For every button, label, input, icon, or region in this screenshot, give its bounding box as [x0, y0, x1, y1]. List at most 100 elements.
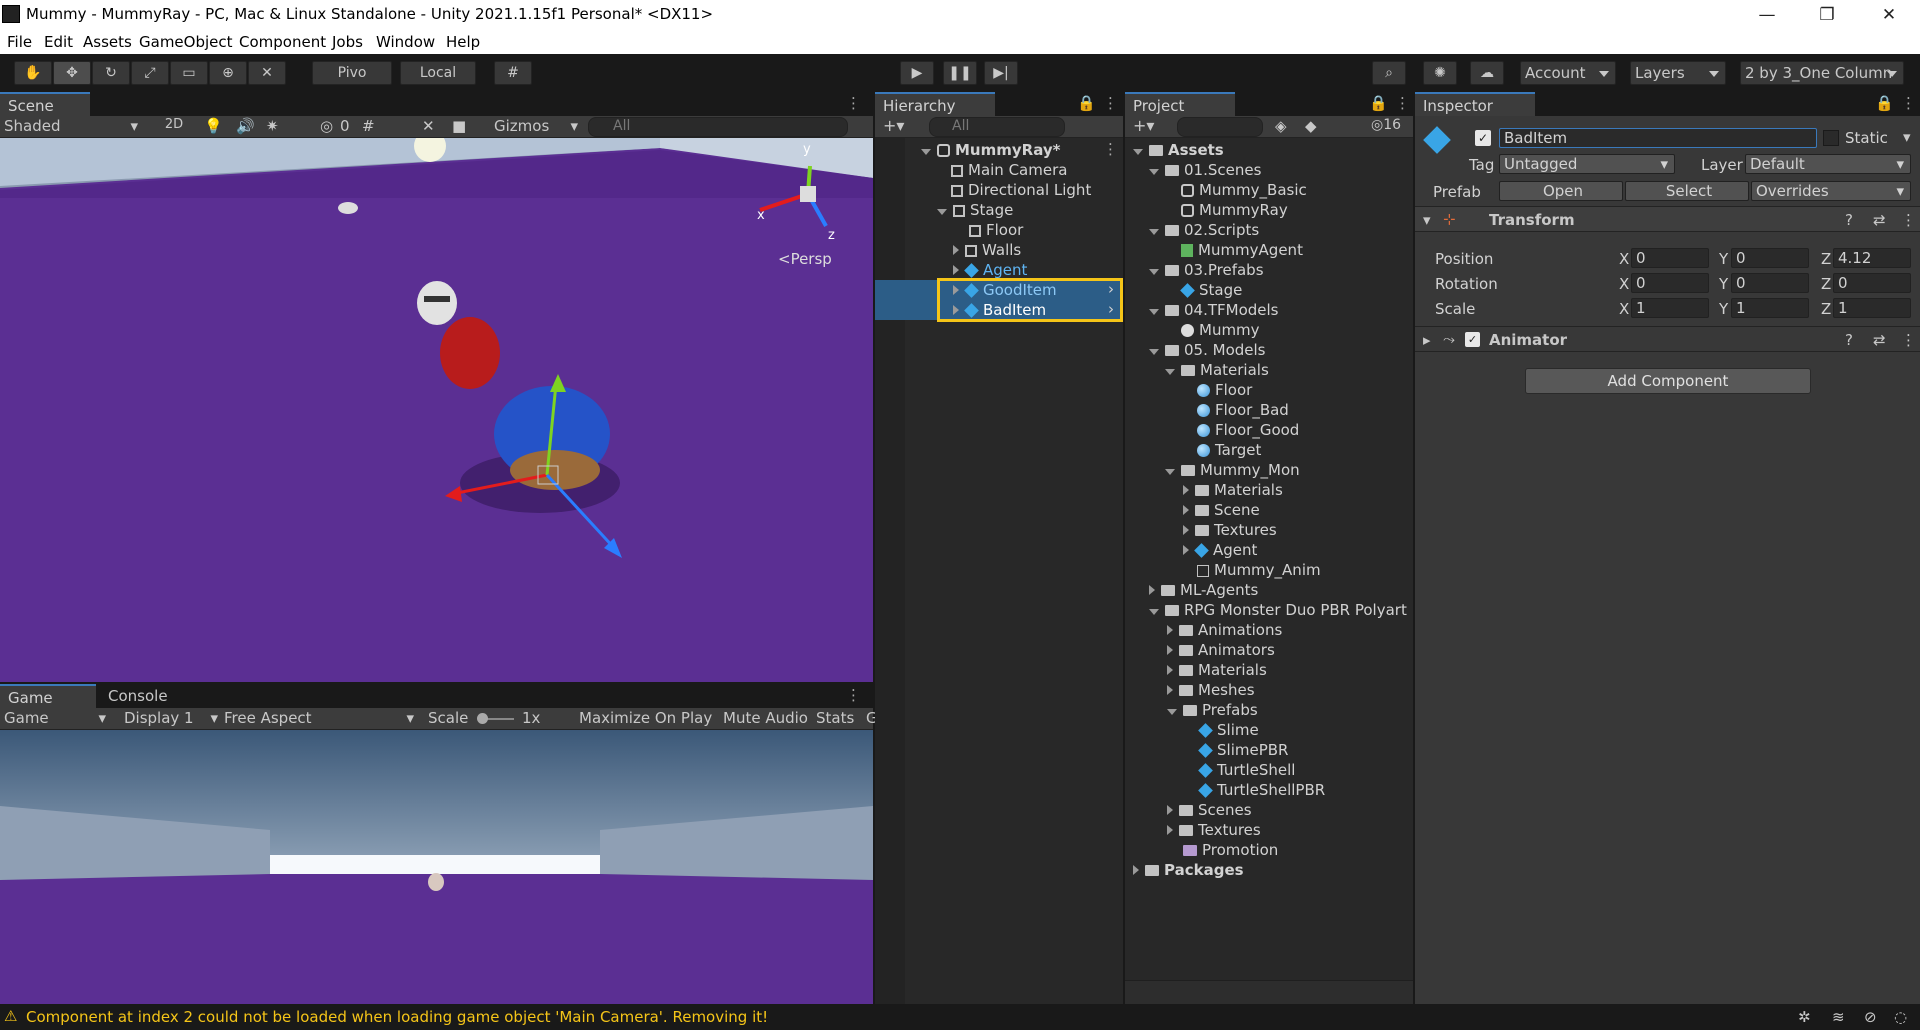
- lock-icon[interactable]: 🔒: [1875, 94, 1894, 112]
- position-z-input[interactable]: 4.12: [1833, 248, 1911, 268]
- animator-header[interactable]: ▸ ⤳ ✓ Animator ? ⇄ ⋮: [1415, 326, 1920, 352]
- transform-tool-icon[interactable]: ⊕: [209, 61, 247, 85]
- effects-icon[interactable]: ✷: [266, 117, 279, 135]
- tab-inspector[interactable]: Inspector: [1415, 92, 1535, 116]
- layout-dropdown[interactable]: 2 by 3_One Column: [1740, 61, 1904, 85]
- audio-icon[interactable]: 🔊: [236, 117, 255, 135]
- menu-edit[interactable]: Edit: [44, 33, 73, 51]
- help-icon[interactable]: ?: [1845, 211, 1853, 229]
- maximize-on-play-toggle[interactable]: Maximize On Play: [579, 709, 712, 727]
- create-asset-button[interactable]: +▾: [1133, 116, 1154, 135]
- rect-tool-icon[interactable]: ▭: [170, 61, 208, 85]
- pivot-toggle[interactable]: Pivo: [312, 61, 392, 85]
- scale-tool-icon[interactable]: ⤢: [131, 61, 169, 85]
- collab-icon[interactable]: ◌: [1894, 1008, 1907, 1026]
- filter-type-icon[interactable]: ◈: [1275, 117, 1287, 135]
- add-component-button[interactable]: Add Component: [1525, 368, 1811, 394]
- shading-dropdown[interactable]: Shaded ▾: [4, 117, 144, 137]
- lighting-icon[interactable]: 💡: [204, 117, 223, 135]
- progress-icon[interactable]: ≋: [1832, 1008, 1845, 1026]
- project-item-tfmodels-folder[interactable]: 04.TFModels: [1149, 300, 1279, 320]
- move-tool-icon[interactable]: ✥: [53, 61, 91, 85]
- local-toggle[interactable]: Local: [400, 61, 476, 85]
- hierarchy-search-input[interactable]: All: [929, 117, 1065, 137]
- menu-jobs[interactable]: Jobs: [332, 33, 363, 51]
- layer-dropdown[interactable]: Default ▾: [1745, 154, 1911, 174]
- foldout-arrow-icon[interactable]: ▾: [1423, 211, 1431, 229]
- hierarchy-item-agent[interactable]: Agent: [953, 260, 1027, 280]
- search-icon[interactable]: ⌕: [1372, 61, 1406, 85]
- position-x-input[interactable]: 0: [1631, 248, 1709, 268]
- project-item-assets[interactable]: Assets: [1133, 140, 1224, 160]
- position-y-input[interactable]: 0: [1731, 248, 1809, 268]
- project-item-animators[interactable]: Animators: [1167, 640, 1275, 660]
- prefab-overrides-dropdown[interactable]: Overrides ▾: [1751, 181, 1911, 201]
- presets-icon[interactable]: ⇄: [1873, 211, 1886, 229]
- project-item-stage[interactable]: Stage: [1180, 280, 1242, 300]
- project-item-mummy-basic[interactable]: Mummy_Basic: [1181, 180, 1307, 200]
- scale-y-input[interactable]: 1: [1731, 298, 1809, 318]
- tab-game[interactable]: Game: [0, 684, 96, 708]
- camera-icon[interactable]: ■: [452, 117, 466, 135]
- close-button[interactable]: ✕: [1862, 2, 1916, 28]
- status-message[interactable]: Component at index 2 could not be loaded…: [26, 1008, 768, 1026]
- component-menu-icon[interactable]: ⋮: [1901, 211, 1916, 229]
- scale-x-input[interactable]: 1: [1631, 298, 1709, 318]
- lock-icon[interactable]: 🔒: [1369, 94, 1388, 112]
- project-item-floor-material[interactable]: Floor: [1197, 380, 1252, 400]
- mode-2d-toggle[interactable]: 2D: [158, 117, 190, 137]
- project-item-prefabs-folder[interactable]: 03.Prefabs: [1149, 260, 1264, 280]
- static-dropdown-icon[interactable]: ▾: [1903, 128, 1911, 146]
- prefab-select-button[interactable]: Select: [1625, 181, 1749, 201]
- hierarchy-item-walls[interactable]: Walls: [953, 240, 1021, 260]
- project-item-mon-agent[interactable]: Agent: [1183, 540, 1257, 560]
- rotation-y-input[interactable]: 0: [1731, 273, 1809, 293]
- project-item-rpg-prefabs[interactable]: Prefabs: [1167, 700, 1258, 720]
- tab-hierarchy[interactable]: Hierarchy: [875, 92, 995, 116]
- project-item-rpg-textures[interactable]: Textures: [1167, 820, 1261, 840]
- project-item-ml-agents[interactable]: ML-Agents: [1149, 580, 1258, 600]
- project-item-scripts-folder[interactable]: 02.Scripts: [1149, 220, 1259, 240]
- prefab-open-button[interactable]: Open: [1499, 181, 1623, 201]
- rotate-tool-icon[interactable]: ↻: [92, 61, 130, 85]
- hierarchy-scene-root[interactable]: MummyRay*: [921, 140, 1060, 160]
- auto-generate-icon[interactable]: ⊘: [1864, 1008, 1877, 1026]
- project-item-materials-folder[interactable]: Materials: [1165, 360, 1269, 380]
- transform-header[interactable]: ▾ ⊹ Transform ? ⇄ ⋮: [1415, 206, 1920, 232]
- project-item-mon-textures[interactable]: Textures: [1183, 520, 1277, 540]
- game-viewport[interactable]: [0, 730, 873, 1004]
- project-item-turtleshell[interactable]: TurtleShell: [1198, 760, 1295, 780]
- game-view-dropdown[interactable]: Game ▾: [4, 709, 110, 729]
- project-item-mon-materials[interactable]: Materials: [1183, 480, 1283, 500]
- filter-label-icon[interactable]: ◆: [1305, 117, 1317, 135]
- project-item-models-folder[interactable]: 05. Models: [1149, 340, 1265, 360]
- component-menu-icon[interactable]: ⋮: [1901, 331, 1916, 349]
- scene-viewport[interactable]: x y z <Persp: [0, 138, 873, 682]
- project-item-rpg-scenes[interactable]: Scenes: [1167, 800, 1252, 820]
- menu-help[interactable]: Help: [446, 33, 480, 51]
- menu-file[interactable]: File: [7, 33, 32, 51]
- display-dropdown[interactable]: Display 1 ▾: [124, 709, 220, 729]
- project-item-turtleshellpbr[interactable]: TurtleShellPBR: [1198, 780, 1325, 800]
- object-name-input[interactable]: BadItem: [1499, 128, 1817, 148]
- services-icon[interactable]: ✺: [1423, 61, 1457, 85]
- lock-icon[interactable]: 🔒: [1077, 94, 1096, 112]
- project-item-animations[interactable]: Animations: [1167, 620, 1282, 640]
- scale-z-input[interactable]: 1: [1833, 298, 1911, 318]
- scene-menu-icon[interactable]: ⋮: [1103, 140, 1118, 158]
- stats-toggle[interactable]: Stats: [816, 709, 854, 727]
- project-item-mummy-anim[interactable]: Mummy_Anim: [1197, 560, 1321, 580]
- panel-menu-icon[interactable]: ⋮: [846, 686, 861, 704]
- project-item-floor-good[interactable]: Floor_Good: [1197, 420, 1299, 440]
- tab-scene[interactable]: Scene: [0, 92, 90, 116]
- custom-tool-icon[interactable]: ✕: [248, 61, 286, 85]
- tab-console[interactable]: Console: [100, 684, 200, 708]
- project-item-mummyray[interactable]: MummyRay: [1181, 200, 1288, 220]
- persp-label[interactable]: <Persp: [778, 250, 832, 268]
- grid-snap-icon[interactable]: #: [494, 61, 532, 85]
- active-checkbox[interactable]: ✓: [1475, 130, 1491, 146]
- debug-mode-icon[interactable]: ✲: [1798, 1008, 1811, 1026]
- rotation-z-input[interactable]: 0: [1833, 273, 1911, 293]
- foldout-arrow-icon[interactable]: ▸: [1423, 331, 1431, 349]
- help-icon[interactable]: ?: [1845, 331, 1853, 349]
